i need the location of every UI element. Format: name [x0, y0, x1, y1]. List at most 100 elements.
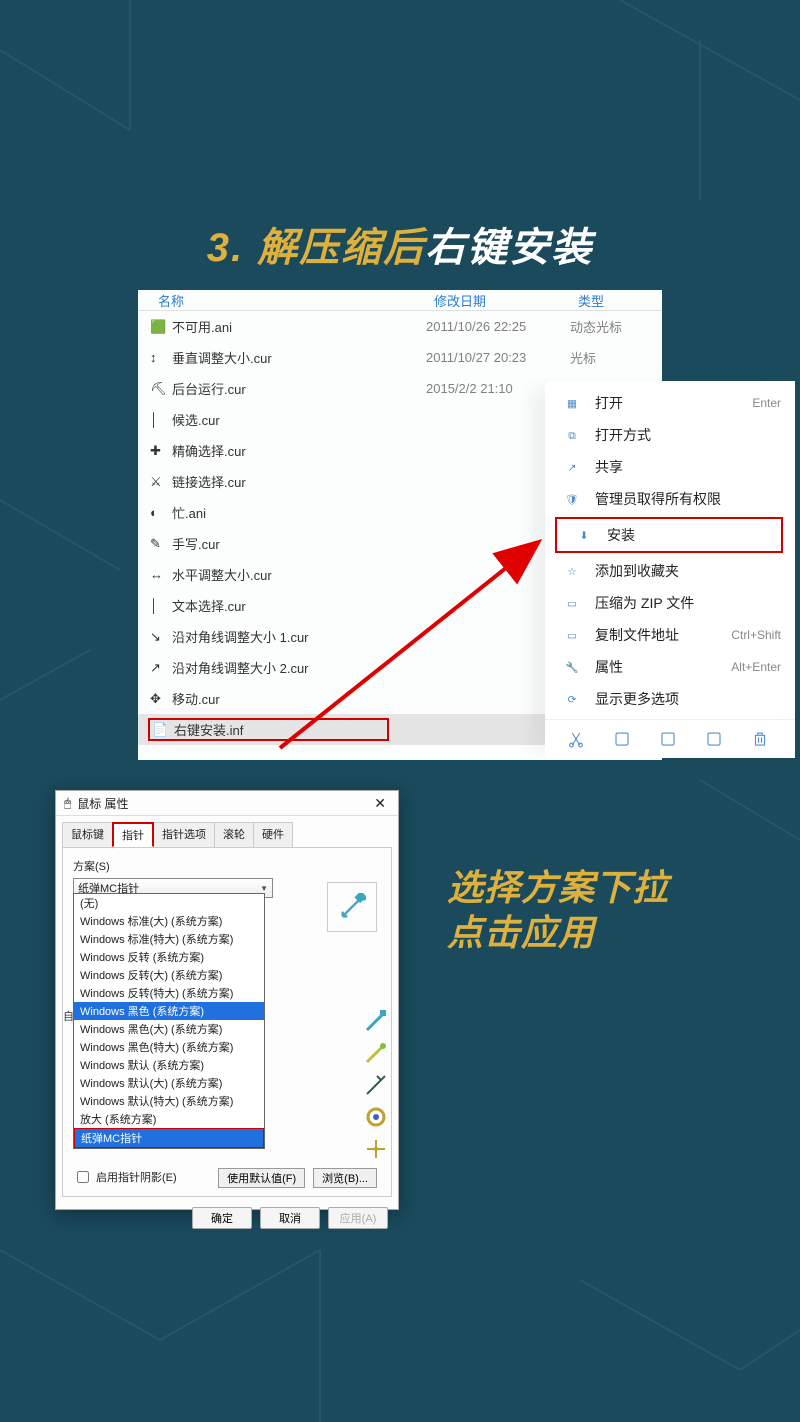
context-menu-item[interactable]: 🛡管理员取得所有权限	[545, 483, 795, 515]
menu-item-label: 添加到收藏夹	[595, 561, 767, 581]
delete-icon[interactable]	[751, 730, 769, 748]
menu-item-label: 显示更多选项	[595, 689, 767, 709]
cursor-icon	[363, 1072, 389, 1098]
dropdown-option[interactable]: 纸弹MC指针	[75, 1129, 263, 1147]
context-menu-item[interactable]: ⬇ 安装	[555, 517, 783, 553]
dropdown-option[interactable]: 放大 (系统方案)	[74, 1110, 264, 1128]
checkbox-input[interactable]	[77, 1171, 89, 1183]
file-icon: ↔	[150, 567, 166, 583]
file-icon: ✚	[150, 443, 166, 459]
dropdown-option[interactable]: Windows 默认(大) (系统方案)	[74, 1074, 264, 1092]
title-part2: 右键安装	[425, 226, 593, 270]
apply-button[interactable]: 应用(A)	[328, 1207, 388, 1229]
dropdown-option[interactable]: Windows 默认(特大) (系统方案)	[74, 1092, 264, 1110]
file-name: 忙.ani	[172, 503, 206, 522]
column-headers: 名称 修改日期 类型	[138, 290, 662, 311]
menu-item-icon: ⧉	[563, 426, 581, 444]
file-icon: ↘	[150, 629, 166, 645]
context-menu-item[interactable]: ☆ 添加到收藏夹	[545, 555, 795, 587]
file-name: 文本选择.cur	[172, 596, 246, 615]
file-icon: ✥	[150, 691, 166, 707]
file-name: 后台运行.cur	[172, 379, 246, 398]
file-icon: 📄	[152, 722, 168, 738]
context-menu: ▦打开Enter⧉打开方式↗共享🛡管理员取得所有权限⬇安装☆添加到收藏夹▭压缩为…	[545, 381, 795, 758]
use-defaults-button[interactable]: 使用默认值(F)	[218, 1168, 305, 1188]
menu-item-icon: ☆	[563, 562, 581, 580]
checkbox-label: 启用指针阴影(E)	[96, 1169, 177, 1185]
file-name: 右键安装.inf	[174, 720, 243, 739]
tab[interactable]: 鼠标键	[62, 822, 113, 847]
context-menu-item[interactable]: 🔧属性Alt+Enter	[545, 651, 795, 683]
svg-text:⬇: ⬇	[580, 530, 589, 542]
file-name: 垂直调整大小.cur	[172, 348, 272, 367]
dropdown-option[interactable]: Windows 黑色(特大) (系统方案)	[74, 1038, 264, 1056]
menu-item-icon: ▭	[563, 626, 581, 644]
rename-icon[interactable]	[659, 730, 677, 748]
ok-button[interactable]: 确定	[192, 1207, 252, 1229]
file-icon: │	[150, 412, 166, 428]
dropdown-option[interactable]: Windows 反转 (系统方案)	[74, 948, 264, 966]
pointer-shadow-checkbox[interactable]: 启用指针阴影(E)	[73, 1168, 177, 1186]
browse-button[interactable]: 浏览(B)...	[313, 1168, 377, 1188]
context-menu-item[interactable]: ⟳ 显示更多选项	[545, 683, 795, 715]
col-date[interactable]: 修改日期	[434, 291, 578, 310]
close-icon[interactable]: ✕	[370, 795, 390, 812]
dropdown-option[interactable]: Windows 黑色 (系统方案)	[74, 1002, 264, 1020]
file-name: 沿对角线调整大小 1.cur	[172, 627, 309, 646]
menu-item-icon: ⟳	[563, 690, 581, 708]
dropdown-option[interactable]: Windows 黑色(大) (系统方案)	[74, 1020, 264, 1038]
instruction-title: 3. 解压缩后右键安装	[0, 215, 800, 273]
file-icon: │	[150, 598, 166, 614]
context-menu-item[interactable]: ▭压缩为 ZIP 文件	[545, 587, 795, 619]
dropdown-option[interactable]: Windows 反转(特大) (系统方案)	[74, 984, 264, 1002]
menu-item-label: 打开	[595, 393, 738, 413]
menu-item-icon: 🛡	[563, 490, 581, 508]
col-type[interactable]: 类型	[578, 291, 662, 310]
mouse-properties-dialog: 🖱 鼠标 属性 ✕ 鼠标键指针指针选项滚轮硬件 方案(S) 纸弹MC指针 ▼ (…	[55, 790, 399, 1210]
menu-item-shortcut: Alt+Enter	[731, 660, 791, 674]
tab[interactable]: 硬件	[253, 822, 293, 847]
mouse-icon: 🖱	[64, 796, 71, 811]
dropdown-option[interactable]: Windows 反转(大) (系统方案)	[74, 966, 264, 984]
file-name: 水平调整大小.cur	[172, 565, 272, 584]
col-name[interactable]: 名称	[138, 291, 434, 310]
context-menu-toolbar	[545, 719, 795, 752]
menu-item-icon: ▦	[563, 394, 581, 412]
dialog-footer: 确定 取消 应用(A)	[56, 1197, 398, 1239]
file-icon: 🟩	[150, 319, 166, 335]
dropdown-option[interactable]: Windows 默认 (系统方案)	[74, 1056, 264, 1074]
cancel-button[interactable]: 取消	[260, 1207, 320, 1229]
context-menu-item[interactable]: ↗共享	[545, 451, 795, 483]
context-menu-item[interactable]: ▭复制文件地址Ctrl+Shift	[545, 619, 795, 651]
dropdown-option[interactable]: Windows 标准(特大) (系统方案)	[74, 930, 264, 948]
dropdown-option[interactable]: (无)	[74, 894, 264, 912]
menu-item-label: 属性	[595, 657, 717, 677]
file-date: 2011/10/26 22:25	[426, 319, 570, 334]
svg-text:🛡: 🛡	[565, 494, 578, 506]
file-name: 链接选择.cur	[172, 472, 246, 491]
tab[interactable]: 滚轮	[214, 822, 254, 847]
file-row[interactable]: ↕垂直调整大小.cur2011/10/27 20:23光标	[138, 342, 662, 373]
scheme-label: 方案(S)	[73, 858, 381, 874]
cut-icon[interactable]	[567, 730, 585, 748]
context-menu-item[interactable]: ▦ 打开 Enter	[545, 387, 795, 419]
menu-item-label: 安装	[607, 525, 753, 545]
file-name: 沿对角线调整大小 2.cur	[172, 658, 309, 677]
menu-item-shortcut: Enter	[752, 396, 791, 410]
file-row[interactable]: 🟩不可用.ani2011/10/26 22:25动态光标	[138, 311, 662, 342]
tab[interactable]: 指针	[112, 822, 154, 847]
share-icon[interactable]	[705, 730, 723, 748]
menu-item-label: 压缩为 ZIP 文件	[595, 593, 767, 613]
subtitle-line2: 点击应用	[447, 910, 669, 955]
tabs: 鼠标键指针指针选项滚轮硬件	[56, 816, 398, 847]
context-menu-item[interactable]: ⧉打开方式	[545, 419, 795, 451]
dropdown-option[interactable]: Windows 标准(大) (系统方案)	[74, 912, 264, 930]
tab[interactable]: 指针选项	[153, 822, 215, 847]
menu-item-icon: ⬇	[575, 526, 593, 544]
cursor-icon	[363, 1040, 389, 1066]
svg-text:↗: ↗	[568, 462, 577, 474]
file-name: 候选.cur	[172, 410, 220, 429]
copy-icon[interactable]	[613, 730, 631, 748]
titlebar: 🖱 鼠标 属性 ✕	[56, 791, 398, 816]
cursor-preview	[327, 882, 377, 932]
